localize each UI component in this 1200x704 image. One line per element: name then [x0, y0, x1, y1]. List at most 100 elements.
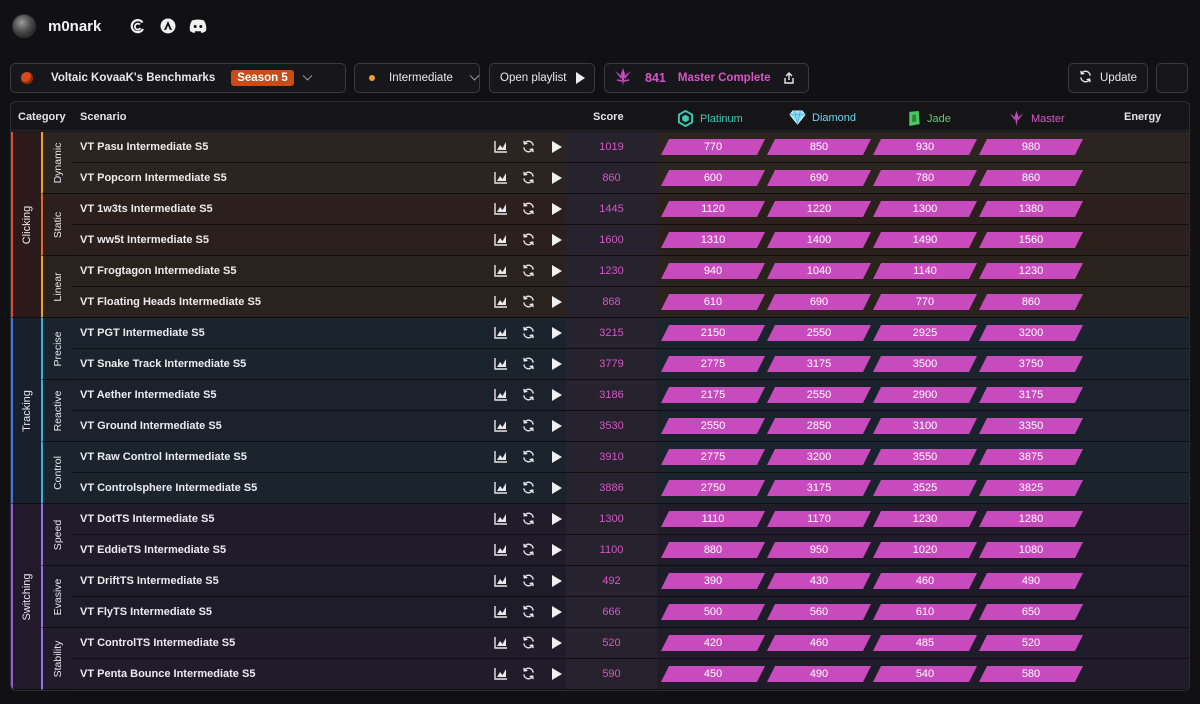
- refresh-icon[interactable]: [522, 574, 536, 588]
- play-icon[interactable]: [551, 513, 565, 527]
- header-platinum: Platinum: [677, 110, 743, 127]
- leaderboard-chart-icon[interactable]: [494, 264, 508, 278]
- platinum-threshold: 770: [703, 141, 723, 153]
- refresh-icon[interactable]: [522, 481, 536, 495]
- score-value: 868: [602, 296, 621, 308]
- refresh-icon[interactable]: [522, 264, 536, 278]
- extra-button[interactable]: [1156, 63, 1188, 93]
- play-icon[interactable]: [551, 172, 565, 186]
- refresh-icon[interactable]: [522, 450, 536, 464]
- subcategory-label: Dynamic: [51, 142, 64, 183]
- scenario-name[interactable]: VT ww5t Intermediate S5: [80, 234, 209, 246]
- refresh-icon[interactable]: [522, 512, 536, 526]
- leaderboard-chart-icon[interactable]: [494, 481, 508, 495]
- refresh-icon[interactable]: [522, 636, 536, 650]
- refresh-icon[interactable]: [522, 202, 536, 216]
- category-label: Tracking: [21, 389, 33, 432]
- leaderboard-chart-icon[interactable]: [494, 295, 508, 309]
- leaderboard-chart-icon[interactable]: [494, 574, 508, 588]
- leaderboard-chart-icon[interactable]: [494, 202, 508, 216]
- leaderboard-chart-icon[interactable]: [494, 667, 508, 681]
- refresh-icon[interactable]: [522, 326, 536, 340]
- refresh-icon[interactable]: [522, 543, 536, 557]
- scenario-name[interactable]: VT DotTS Intermediate S5: [80, 513, 214, 525]
- leaderboard-chart-icon[interactable]: [494, 543, 508, 557]
- play-icon[interactable]: [551, 203, 565, 217]
- scenario-name[interactable]: VT Penta Bounce Intermediate S5: [80, 668, 255, 680]
- leaderboard-chart-icon[interactable]: [494, 450, 508, 464]
- play-icon[interactable]: [551, 668, 565, 682]
- scenario-name[interactable]: VT Floating Heads Intermediate S5: [80, 296, 261, 308]
- refresh-icon[interactable]: [522, 357, 536, 371]
- avatar[interactable]: [12, 14, 36, 38]
- scenario-name[interactable]: VT Pasu Intermediate S5: [80, 141, 208, 153]
- leaderboard-chart-icon[interactable]: [494, 357, 508, 371]
- refresh-icon[interactable]: [522, 233, 536, 247]
- platinum-threshold: 610: [703, 296, 723, 308]
- play-icon[interactable]: [551, 575, 565, 589]
- play-icon[interactable]: [551, 544, 565, 558]
- play-icon[interactable]: [551, 265, 565, 279]
- play-icon[interactable]: [551, 296, 565, 310]
- scenario-name[interactable]: VT Ground Intermediate S5: [80, 420, 222, 432]
- refresh-icon[interactable]: [522, 667, 536, 681]
- score-cell: 1300: [566, 504, 657, 534]
- refresh-icon[interactable]: [522, 419, 536, 433]
- scenario-name[interactable]: VT EddieTS Intermediate S5: [80, 544, 226, 556]
- scenario-name[interactable]: VT ControlTS Intermediate S5: [80, 637, 235, 649]
- update-button[interactable]: Update: [1068, 63, 1148, 93]
- leaderboard-chart-icon[interactable]: [494, 512, 508, 526]
- kovaaks-icon[interactable]: [129, 17, 147, 35]
- open-playlist-button[interactable]: Open playlist: [489, 63, 595, 93]
- subcategory-label: Static: [51, 211, 64, 238]
- username[interactable]: m0nark: [48, 18, 101, 35]
- share-icon[interactable]: [783, 72, 795, 84]
- play-icon[interactable]: [551, 451, 565, 465]
- refresh-icon[interactable]: [522, 605, 536, 619]
- leaderboard-chart-icon[interactable]: [494, 140, 508, 154]
- benchmark-select[interactable]: Voltaic KovaaK's Benchmarks Season 5: [10, 63, 346, 93]
- play-icon[interactable]: [551, 389, 565, 403]
- scenario-name[interactable]: VT DriftTS Intermediate S5: [80, 575, 219, 587]
- play-icon[interactable]: [551, 234, 565, 248]
- scenario-name[interactable]: VT Frogtagon Intermediate S5: [80, 265, 236, 277]
- leaderboard-chart-icon[interactable]: [494, 605, 508, 619]
- play-icon[interactable]: [551, 606, 565, 620]
- discord-icon[interactable]: [189, 17, 207, 35]
- scenario-name[interactable]: VT 1w3ts Intermediate S5: [80, 203, 213, 215]
- scenario-name[interactable]: VT Popcorn Intermediate S5: [80, 172, 227, 184]
- play-icon[interactable]: [551, 482, 565, 496]
- scenario-name[interactable]: VT Aether Intermediate S5: [80, 389, 217, 401]
- refresh-icon[interactable]: [522, 388, 536, 402]
- scenario-name[interactable]: VT PGT Intermediate S5: [80, 327, 205, 339]
- leaderboard-chart-icon[interactable]: [494, 636, 508, 650]
- leaderboard-chart-icon[interactable]: [494, 419, 508, 433]
- leaderboard-chart-icon[interactable]: [494, 171, 508, 185]
- refresh-icon[interactable]: [522, 171, 536, 185]
- play-icon[interactable]: [551, 420, 565, 434]
- diamond-threshold: 950: [809, 544, 829, 556]
- difficulty-select[interactable]: Intermediate: [354, 63, 480, 93]
- leaderboard-chart-icon[interactable]: [494, 326, 508, 340]
- leaderboard-chart-icon[interactable]: [494, 233, 508, 247]
- refresh-icon[interactable]: [522, 140, 536, 154]
- play-icon[interactable]: [551, 637, 565, 651]
- scenario-name[interactable]: VT Controlsphere Intermediate S5: [80, 482, 257, 494]
- aimlabs-icon[interactable]: [159, 17, 177, 35]
- play-icon[interactable]: [551, 358, 565, 372]
- scenario-name[interactable]: VT Snake Track Intermediate S5: [80, 358, 246, 370]
- category-2: Switching: [11, 504, 41, 690]
- subcategory-0-0: Dynamic: [41, 132, 72, 194]
- rank-summary[interactable]: 841 Master Complete: [604, 63, 809, 93]
- refresh-icon[interactable]: [522, 295, 536, 309]
- play-icon[interactable]: [551, 141, 565, 155]
- scenario-name[interactable]: VT Raw Control Intermediate S5: [80, 451, 247, 463]
- difficulty-label: Intermediate: [389, 72, 453, 84]
- scenario-name[interactable]: VT FlyTS Intermediate S5: [80, 606, 212, 618]
- play-icon[interactable]: [551, 327, 565, 341]
- leaderboard-chart-icon[interactable]: [494, 388, 508, 402]
- subcategory-label: Control: [51, 455, 64, 490]
- platinum-threshold: 600: [703, 172, 723, 184]
- platinum-threshold: 2775: [700, 451, 726, 463]
- master-threshold: 980: [1021, 141, 1041, 153]
